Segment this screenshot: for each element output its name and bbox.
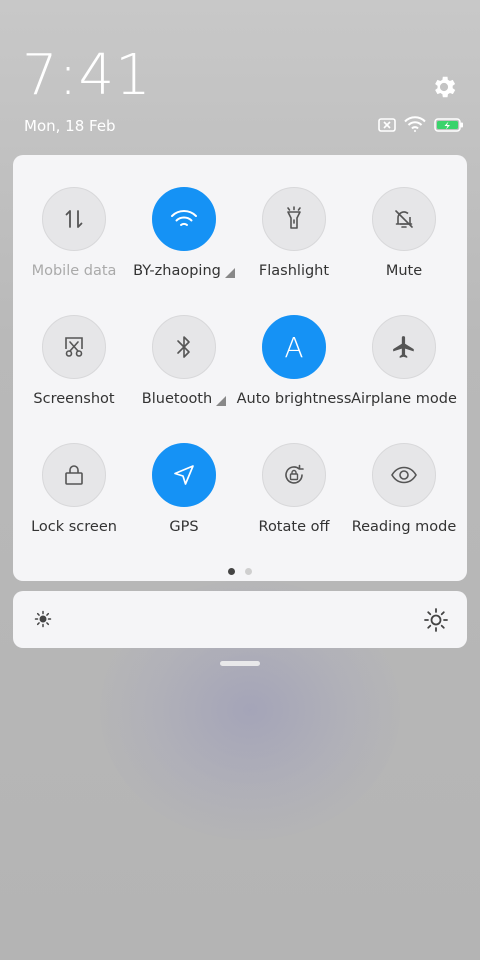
tile-label: Mute xyxy=(385,263,423,279)
wifi-button[interactable] xyxy=(152,187,216,251)
brightness-slider[interactable] xyxy=(13,591,467,648)
settings-icon[interactable] xyxy=(428,71,460,103)
wifi-status-icon xyxy=(404,116,426,136)
date[interactable]: Mon, 18 Feb xyxy=(24,117,116,135)
tile-auto-brightness[interactable]: A Auto brightness xyxy=(237,315,351,425)
lock-icon xyxy=(65,465,83,485)
no-sim-icon xyxy=(378,117,396,136)
tile-label: Bluetooth xyxy=(141,391,227,407)
screenshot-button[interactable] xyxy=(42,315,106,379)
tile-label: Mobile data xyxy=(31,263,117,279)
airplane-mode-button[interactable] xyxy=(372,315,436,379)
tile-reading-mode[interactable]: Reading mode xyxy=(347,443,461,553)
tile-bluetooth[interactable]: Bluetooth xyxy=(127,315,241,425)
flashlight-button[interactable] xyxy=(262,187,326,251)
tile-airplane-mode[interactable]: Airplane mode xyxy=(347,315,461,425)
airplane-icon xyxy=(393,336,414,358)
bluetooth-button[interactable] xyxy=(152,315,216,379)
tile-flashlight[interactable]: Flashlight xyxy=(237,187,351,297)
tile-label: BY-zhaoping xyxy=(133,263,235,279)
sun-small-icon xyxy=(33,609,53,633)
tile-label: Airplane mode xyxy=(351,391,457,407)
bluetooth-label: Bluetooth xyxy=(141,391,213,407)
battery-charging-icon xyxy=(434,117,464,136)
auto-brightness-icon: A xyxy=(284,330,304,364)
screenshot-icon xyxy=(65,337,83,357)
lock-screen-button[interactable] xyxy=(42,443,106,507)
wifi-ssid: BY-zhaoping xyxy=(133,263,221,279)
tile-label: Screenshot xyxy=(33,391,115,407)
mute-button[interactable] xyxy=(372,187,436,251)
gps-button[interactable] xyxy=(152,443,216,507)
tile-label: GPS xyxy=(169,519,199,535)
eye-icon xyxy=(391,466,417,484)
bluetooth-icon xyxy=(177,336,190,358)
mobile-data-icon xyxy=(65,210,83,228)
tile-rotate-off[interactable]: Rotate off xyxy=(237,443,351,553)
bell-off-icon xyxy=(395,210,413,228)
quick-settings-panel: Mobile data BY-zhaoping Flashlight Mute … xyxy=(13,155,467,581)
status-bar-icons xyxy=(378,116,464,136)
tile-wifi[interactable]: BY-zhaoping xyxy=(127,187,241,297)
wifi-icon xyxy=(171,210,197,226)
rotate-off-button[interactable] xyxy=(262,443,326,507)
mobile-data-button[interactable] xyxy=(42,187,106,251)
tile-label: Lock screen xyxy=(31,519,117,535)
tile-mute[interactable]: Mute xyxy=(347,187,461,297)
tile-lock-screen[interactable]: Lock screen xyxy=(17,443,131,553)
tile-label: Flashlight xyxy=(258,263,330,279)
expand-triangle-icon[interactable] xyxy=(224,268,235,278)
page-dot-active[interactable] xyxy=(228,568,235,575)
flashlight-icon xyxy=(287,206,301,229)
location-arrow-icon xyxy=(174,465,194,485)
page-dot[interactable] xyxy=(245,568,252,575)
tile-mobile-data[interactable]: Mobile data xyxy=(17,187,131,297)
expand-triangle-icon[interactable] xyxy=(216,396,227,406)
tile-label: Rotate off xyxy=(258,519,330,535)
reading-mode-button[interactable] xyxy=(372,443,436,507)
tile-gps[interactable]: GPS xyxy=(127,443,241,553)
sun-large-icon xyxy=(423,607,449,637)
page-indicator xyxy=(13,568,467,575)
rotate-lock-icon xyxy=(285,464,304,484)
auto-brightness-button[interactable]: A xyxy=(262,315,326,379)
drag-handle[interactable] xyxy=(220,661,260,666)
tile-screenshot[interactable]: Screenshot xyxy=(17,315,131,425)
tile-label: Reading mode xyxy=(351,519,457,535)
clock[interactable]: 7:41 xyxy=(22,44,152,108)
tile-label: Auto brightness xyxy=(236,391,352,407)
